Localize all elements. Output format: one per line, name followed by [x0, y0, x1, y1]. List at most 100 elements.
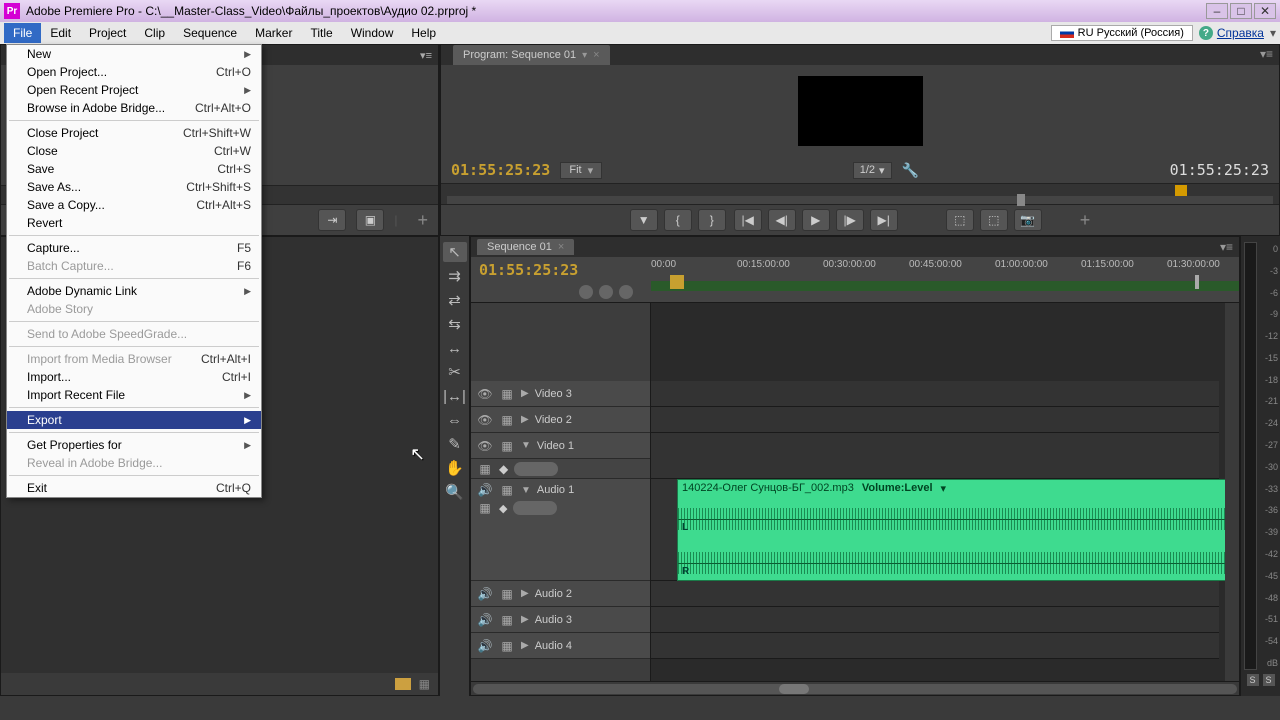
ripple-tool-icon[interactable]: ⇄	[443, 290, 467, 310]
sequence-tab[interactable]: Sequence 01×	[477, 239, 574, 255]
menu-window[interactable]: Window	[342, 23, 403, 43]
track-header-v2[interactable]: 👁▦▶Video 2	[471, 407, 650, 433]
go-to-out-button[interactable]: ▶|	[870, 209, 898, 231]
razor-tool-icon[interactable]: ✂	[443, 362, 467, 382]
mark-button[interactable]: }	[698, 209, 726, 231]
eye-icon[interactable]: 👁	[477, 439, 493, 453]
rate-tool-icon[interactable]: ↔	[443, 338, 467, 358]
collapse-icon[interactable]: ▼	[521, 485, 531, 496]
minimize-button[interactable]: –	[1206, 3, 1228, 19]
speaker-icon[interactable]: 🔊	[477, 587, 493, 601]
solo-right-button[interactable]: S	[1263, 674, 1275, 686]
hand-tool-icon[interactable]: ✋	[443, 458, 467, 478]
zoom-tool-icon[interactable]: 🔍	[443, 482, 467, 502]
menu-marker[interactable]: Marker	[246, 23, 301, 43]
speaker-icon[interactable]: 🔊	[477, 483, 493, 497]
track-v1-controls[interactable]: ▦◆	[471, 459, 650, 479]
help-link[interactable]: ?Справка	[1199, 26, 1264, 40]
mark-out-button[interactable]: {	[664, 209, 692, 231]
track-header-a2[interactable]: 🔊▦▶Audio 2	[471, 581, 650, 607]
zoom-fit-dropdown[interactable]: Fit▾	[560, 162, 602, 179]
range-handle[interactable]	[1017, 194, 1025, 206]
settings-icon[interactable]: 🔧	[902, 162, 919, 179]
insert-button[interactable]: ⇥	[318, 209, 346, 231]
go-to-in-button[interactable]: |◀	[734, 209, 762, 231]
vertical-scrollbar[interactable]	[1225, 303, 1239, 681]
timeline-tracks[interactable]: 140224-Олег Сунцов-БГ_002.mp3Volume:Leve…	[651, 303, 1239, 681]
pen-tool-icon[interactable]: ✎	[443, 434, 467, 454]
horizontal-scrollbar[interactable]	[471, 681, 1239, 695]
menu-edit[interactable]: Edit	[41, 23, 80, 43]
add-button-icon[interactable]: +	[417, 210, 428, 231]
menu-clip[interactable]: Clip	[135, 23, 174, 43]
new-bin-icon[interactable]	[395, 678, 411, 690]
menu-item-close[interactable]: CloseCtrl+W	[7, 142, 261, 160]
playhead-icon[interactable]	[670, 275, 684, 289]
lock-icon[interactable]: ▦	[499, 413, 515, 427]
menu-item-get-properties-for[interactable]: Get Properties for	[7, 436, 261, 454]
speaker-icon[interactable]: 🔊	[477, 639, 493, 653]
menu-title[interactable]: Title	[301, 23, 341, 43]
menu-item-import[interactable]: Import...Ctrl+I	[7, 368, 261, 386]
mark-in-button[interactable]: ▼	[630, 209, 658, 231]
menu-item-close-project[interactable]: Close ProjectCtrl+Shift+W	[7, 124, 261, 142]
track-select-tool-icon[interactable]: ⇉	[443, 266, 467, 286]
time-ruler[interactable]: 00:00 00:15:00:00 00:30:00:00 00:45:00:0…	[651, 257, 1239, 302]
program-tab[interactable]: Program: Sequence 01▾×	[453, 45, 610, 65]
lock-icon[interactable]: ▦	[499, 387, 515, 401]
timeline-timecode[interactable]: 01:55:25:23	[479, 261, 643, 279]
snap-icon[interactable]	[579, 285, 593, 299]
chevron-down-icon[interactable]: ▾	[941, 482, 947, 495]
menu-item-save-a-copy[interactable]: Save a Copy...Ctrl+Alt+S	[7, 196, 261, 214]
menu-item-save-as[interactable]: Save As...Ctrl+Shift+S	[7, 178, 261, 196]
program-timecode-left[interactable]: 01:55:25:23	[451, 161, 550, 179]
menu-item-export[interactable]: Export	[7, 411, 261, 429]
step-back-button[interactable]: ◀|	[768, 209, 796, 231]
language-badge[interactable]: RU Русский (Россия)	[1051, 25, 1193, 41]
slide-tool-icon[interactable]: ⇔	[443, 410, 467, 430]
menu-item-exit[interactable]: ExitCtrl+Q	[7, 479, 261, 497]
solo-left-button[interactable]: S	[1247, 674, 1259, 686]
work-area-end[interactable]	[1195, 275, 1199, 289]
menu-item-import-recent-file[interactable]: Import Recent File	[7, 386, 261, 404]
step-fwd-button[interactable]: |▶	[836, 209, 864, 231]
chevron-down-icon[interactable]: ▾	[582, 50, 587, 61]
panel-icon[interactable]: ▦	[419, 677, 430, 691]
menu-item-capture[interactable]: Capture...F5	[7, 239, 261, 257]
panel-menu-icon[interactable]: ▾≡	[1254, 45, 1279, 65]
collapse-icon[interactable]: ▼	[521, 440, 531, 451]
rolling-tool-icon[interactable]: ⇆	[443, 314, 467, 334]
speaker-icon[interactable]: 🔊	[477, 613, 493, 627]
marker-icon[interactable]	[599, 285, 613, 299]
menu-help[interactable]: Help	[402, 23, 445, 43]
menu-item-save[interactable]: SaveCtrl+S	[7, 160, 261, 178]
close-tab-icon[interactable]: ×	[558, 241, 564, 253]
track-header-a3[interactable]: 🔊▦▶Audio 3	[471, 607, 650, 633]
resolution-dropdown[interactable]: 1/2▾	[853, 162, 892, 179]
maximize-button[interactable]: □	[1230, 3, 1252, 19]
dropdown-icon[interactable]: ▾	[1270, 26, 1276, 40]
track-header-v1[interactable]: 👁▦▼Video 1	[471, 433, 650, 459]
track-header-a1[interactable]: 🔊▦▼Audio 1 ▦◆	[471, 479, 650, 581]
menu-file[interactable]: File	[4, 23, 41, 43]
panel-menu-icon[interactable]: ▾≡	[1220, 240, 1233, 254]
menu-project[interactable]: Project	[80, 23, 135, 43]
eye-icon[interactable]: 👁	[477, 387, 493, 401]
expand-icon[interactable]: ▶	[521, 414, 529, 425]
audio-clip[interactable]: 140224-Олег Сунцов-БГ_002.mp3Volume:Leve…	[677, 479, 1239, 581]
close-button[interactable]: ✕	[1254, 3, 1276, 19]
extract-button[interactable]: ⬚	[980, 209, 1008, 231]
menu-item-open-project[interactable]: Open Project...Ctrl+O	[7, 63, 261, 81]
add-button-icon[interactable]: +	[1080, 210, 1091, 231]
selection-tool-icon[interactable]: ↖	[443, 242, 467, 262]
eye-icon[interactable]: 👁	[477, 413, 493, 427]
clip-volume-label[interactable]: Volume:Level	[862, 482, 933, 494]
menu-sequence[interactable]: Sequence	[174, 23, 246, 43]
menu-item-new[interactable]: New	[7, 45, 261, 63]
close-tab-icon[interactable]: ×	[593, 49, 599, 61]
menu-item-browse-in-adobe-bridge[interactable]: Browse in Adobe Bridge...Ctrl+Alt+O	[7, 99, 261, 117]
panel-menu-icon[interactable]: ▾≡	[420, 49, 432, 62]
menu-item-revert[interactable]: Revert	[7, 214, 261, 232]
play-button[interactable]: ▶	[802, 209, 830, 231]
lock-icon[interactable]: ▦	[499, 483, 515, 497]
